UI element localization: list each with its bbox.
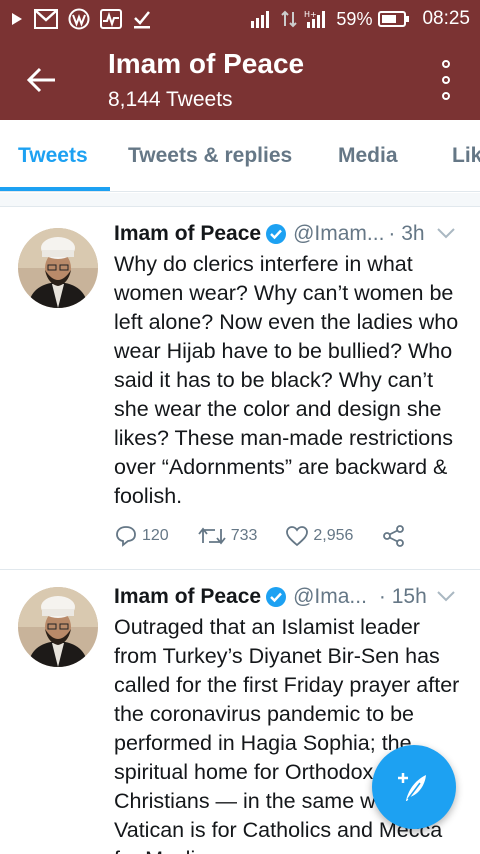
dot-icon: [442, 76, 450, 84]
dot-icon: [442, 92, 450, 100]
author-name[interactable]: Imam of Peace: [114, 222, 261, 246]
author-handle: @Imam...: [293, 222, 385, 245]
tab-tweets-and-replies[interactable]: Tweets & replies: [128, 144, 292, 168]
tweet-header: Imam of Peace @Ima... · 15h: [114, 583, 464, 611]
tab-tweets[interactable]: Tweets: [18, 144, 88, 168]
avatar[interactable]: [18, 228, 98, 308]
reply-count: 120: [142, 527, 169, 544]
reply-icon: [116, 526, 136, 547]
divider: [0, 193, 480, 207]
retweet-button[interactable]: 733: [197, 525, 258, 547]
tweet[interactable]: Imam of Peace @Imam... · 3h Why do cleri…: [0, 208, 480, 570]
verified-badge-icon: [265, 223, 287, 245]
avatar[interactable]: [18, 587, 98, 667]
tweet-count: 8,144 Tweets: [108, 88, 233, 111]
battery-percent: 59%: [336, 8, 373, 29]
compose-feather-icon: [398, 773, 426, 801]
gmail-icon: [34, 8, 58, 30]
reply-button[interactable]: 120: [114, 524, 169, 548]
compose-tweet-button[interactable]: [372, 745, 456, 829]
arrow-left-icon: [27, 67, 55, 93]
profile-tabs: Tweets Tweets & replies Media Lik: [0, 120, 480, 192]
signal-h-icon: H+: [304, 8, 330, 30]
chevron-down-icon[interactable]: [436, 585, 456, 609]
tab-media[interactable]: Media: [338, 144, 398, 168]
tweet-header: Imam of Peace @Imam... · 3h: [114, 220, 464, 248]
back-button[interactable]: [22, 60, 62, 100]
download-done-icon: [132, 8, 152, 30]
signal-icon: [250, 8, 274, 30]
tweet-actions: 120 733 2,956: [114, 524, 435, 548]
author-name[interactable]: Imam of Peace: [114, 585, 261, 609]
svg-text:H+: H+: [304, 10, 317, 19]
app-bar: Imam of Peace 8,144 Tweets: [0, 38, 480, 120]
tweet-time: · 15h: [378, 585, 427, 608]
tweet-time: · 3h: [388, 222, 425, 245]
tab-likes[interactable]: Lik: [452, 144, 480, 168]
like-button[interactable]: 2,956: [285, 525, 353, 547]
clock: 08:25: [422, 8, 470, 29]
status-bar: H+ 59% 08:25: [0, 0, 480, 38]
share-icon: [383, 525, 405, 547]
retweet-count: 733: [230, 527, 258, 544]
like-count: 2,956: [313, 527, 354, 544]
verified-badge-icon: [265, 586, 287, 608]
heart-icon: [286, 526, 309, 547]
share-button[interactable]: [381, 524, 407, 548]
battery-icon: [378, 8, 410, 30]
chevron-down-icon[interactable]: [436, 222, 456, 246]
more-options-button[interactable]: [436, 60, 456, 100]
activity-icon: [100, 8, 122, 30]
dot-icon: [442, 60, 450, 68]
play-icon: [10, 8, 24, 30]
author-handle: @Ima...: [293, 585, 367, 608]
retweet-icon: [198, 527, 226, 545]
profile-title: Imam of Peace: [108, 48, 305, 79]
tweet-text: Why do clerics interfere in what women w…: [114, 252, 459, 508]
wordpress-icon: [68, 8, 90, 30]
active-tab-indicator: [0, 187, 110, 191]
data-transfer-icon: [280, 8, 298, 30]
